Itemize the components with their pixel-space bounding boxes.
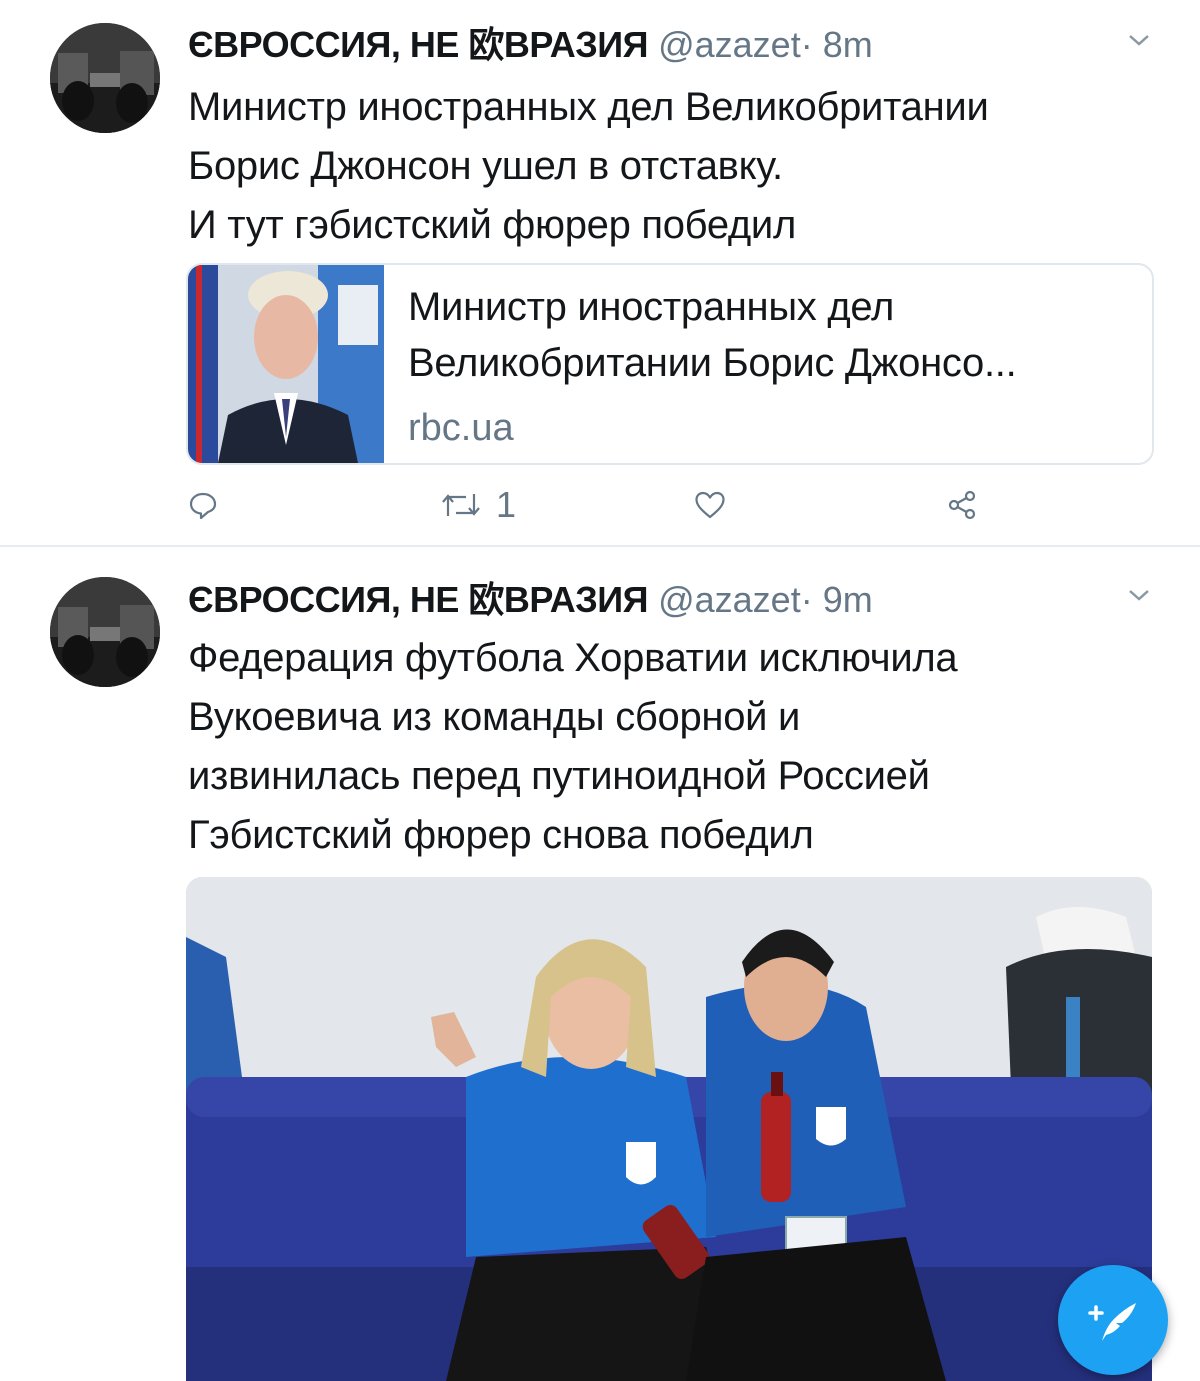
display-name[interactable]: ЄВРОССИЯ, НЕ 欧ВРАЗИЯ — [188, 24, 649, 65]
like-button[interactable] — [694, 475, 726, 535]
share-icon — [948, 490, 976, 520]
tweet-text: Федерация футбола Хорватии исключила Вук… — [188, 629, 1178, 865]
avatar-image — [50, 577, 160, 687]
link-card-title-line: Великобритании Борис Джонсо... — [408, 341, 1017, 385]
avatar[interactable] — [50, 577, 160, 687]
reply-icon — [189, 492, 217, 520]
retweet-icon — [442, 494, 480, 516]
retweet-button[interactable]: 1 — [440, 475, 516, 535]
compose-tweet-icon — [1088, 1303, 1136, 1341]
tweet-text-line: Борис Джонсон ушел в отставку. — [188, 144, 783, 188]
chevron-down-icon[interactable] — [1126, 30, 1152, 50]
user-handle[interactable]: @azazet — [658, 579, 801, 620]
avatar[interactable] — [50, 23, 160, 133]
timestamp[interactable]: 8m — [823, 24, 873, 65]
tweet[interactable]: ЄВРОССИЯ, НЕ 欧ВРАЗИЯ @azazet· 9m Федерац… — [0, 547, 1200, 1381]
reply-button[interactable] — [188, 475, 218, 535]
tweet[interactable]: ЄВРОССИЯ, НЕ 欧ВРАЗИЯ @azazet· 8m Министр… — [0, 0, 1200, 547]
link-card-title: Министр иностранных дел Великобритании Б… — [408, 279, 1128, 391]
compose-tweet-button[interactable] — [1058, 1265, 1168, 1375]
tweet-text-line: извинилась перед путиноидной Россией — [188, 754, 930, 798]
link-card[interactable]: Министр иностранных дел Великобритании Б… — [186, 263, 1154, 465]
tweet-text-line: Федерация футбола Хорватии исключила — [188, 636, 958, 680]
link-card-title-line: Министр иностранных дел — [408, 285, 895, 329]
tweet-text-line: Гэбистский фюрер снова победил — [188, 813, 814, 857]
tweet-header: ЄВРОССИЯ, НЕ 欧ВРАЗИЯ @azazet· 9m — [188, 575, 873, 625]
separator: · — [800, 24, 813, 65]
tweet-photo-image — [186, 877, 1152, 1381]
tweet-photo[interactable] — [186, 877, 1152, 1381]
tweet-text-line: Министр иностранных дел Великобритании — [188, 85, 989, 129]
share-button[interactable] — [946, 475, 978, 535]
display-name[interactable]: ЄВРОССИЯ, НЕ 欧ВРАЗИЯ — [188, 579, 649, 620]
tweet-text-line: И тут гэбистский фюрер победил — [188, 203, 797, 247]
retweet-count: 1 — [496, 484, 517, 525]
link-card-domain: rbc.ua — [408, 407, 514, 449]
avatar-image — [50, 23, 160, 133]
tweet-text-line: Вукоевича из команды сборной и — [188, 695, 801, 739]
tweet-actions: 1 — [0, 475, 1200, 535]
user-handle[interactable]: @azazet — [658, 24, 801, 65]
separator: · — [800, 579, 813, 620]
heart-icon — [695, 491, 725, 519]
timestamp[interactable]: 9m — [823, 579, 873, 620]
tweet-header: ЄВРОССИЯ, НЕ 欧ВРАЗИЯ @azazet· 8m — [188, 20, 873, 70]
link-card-thumbnail — [188, 265, 384, 463]
chevron-down-icon[interactable] — [1126, 585, 1152, 605]
tweet-text: Министр иностранных дел Великобритании Б… — [188, 78, 1178, 255]
